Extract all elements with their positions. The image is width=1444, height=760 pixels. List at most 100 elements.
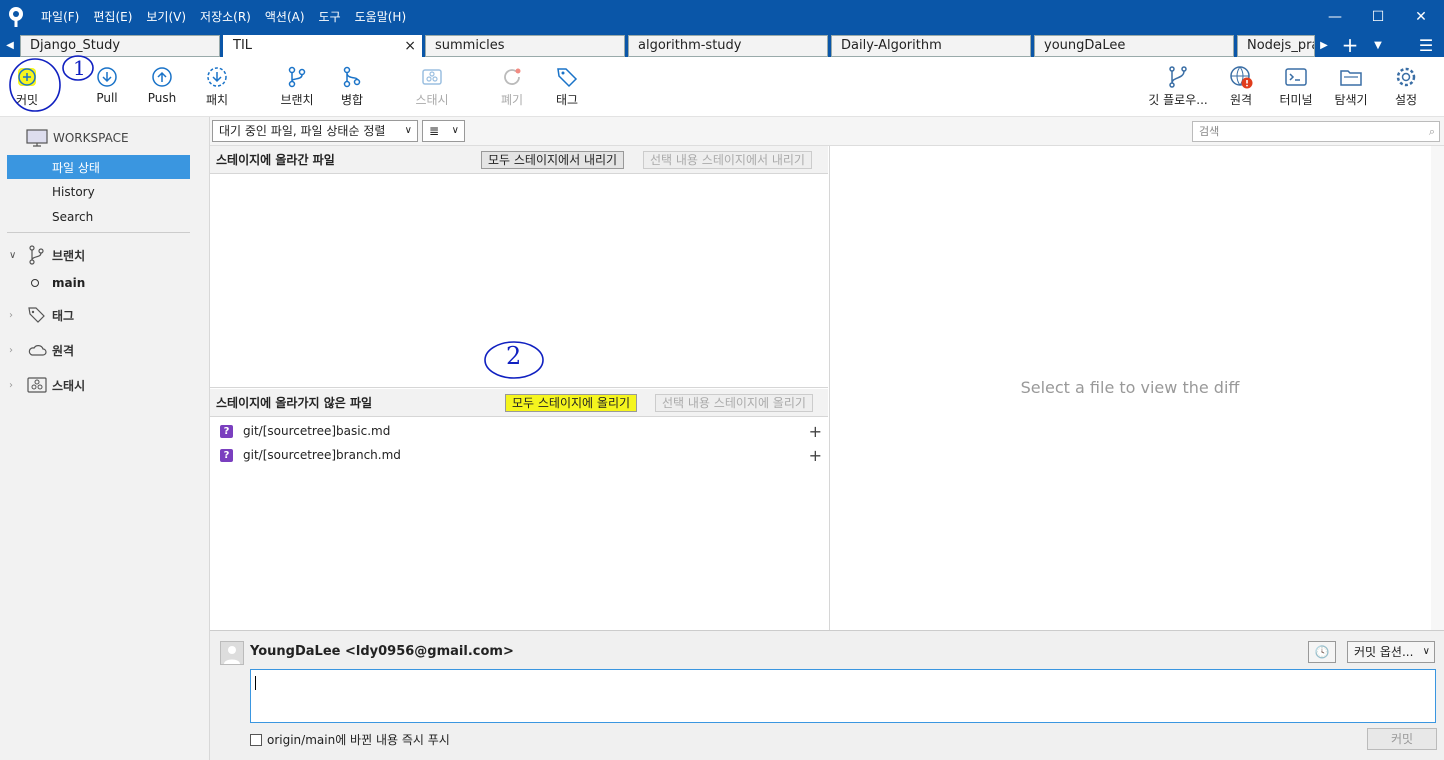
- sidebar-item-main-branch[interactable]: main: [0, 271, 210, 295]
- stage-file-plus-icon[interactable]: +: [809, 422, 822, 441]
- fetch-button[interactable]: 패치: [187, 65, 247, 108]
- settings-label: 설정: [1394, 93, 1418, 107]
- chevron-down-icon: ∨: [451, 125, 459, 136]
- tab-youngdalee[interactable]: youngDaLee: [1034, 35, 1234, 57]
- discard-button[interactable]: 폐기: [482, 65, 542, 108]
- branches-label: 브랜치: [52, 248, 86, 263]
- staged-title: 스테이지에 올라간 파일: [216, 153, 335, 167]
- file-status-label: 파일 상태: [52, 160, 100, 175]
- sidebar-divider: [7, 232, 190, 233]
- gear-icon: [1396, 67, 1416, 87]
- close-tab-icon[interactable]: ×: [404, 36, 416, 56]
- terminal-button[interactable]: 터미널: [1266, 65, 1326, 108]
- sidebar-item-history[interactable]: History: [0, 180, 210, 204]
- folder-icon: [1340, 70, 1362, 86]
- avatar: [220, 641, 244, 665]
- stage-selected-button[interactable]: 선택 내용 스테이지에 올리기: [655, 394, 813, 412]
- tab-label: youngDaLee: [1044, 38, 1126, 53]
- chevron-right-icon[interactable]: ›: [9, 345, 23, 356]
- sidebar-group-tags[interactable]: › 태그: [0, 303, 210, 327]
- unstage-selected-button[interactable]: 선택 내용 스테이지에서 내리기: [643, 151, 812, 169]
- merge-label: 병합: [340, 93, 364, 107]
- tab-list-chevron-icon[interactable]: ▼: [1370, 33, 1386, 57]
- tag-button[interactable]: 태그: [537, 65, 597, 108]
- chevron-down-icon[interactable]: ∨: [9, 250, 23, 261]
- commit-area: YoungDaLee <ldy0956@gmail.com> 🕓 커밋 옵션..…: [210, 630, 1444, 760]
- search-input[interactable]: 검색 ⌕: [1192, 121, 1440, 142]
- chevron-right-icon[interactable]: ›: [9, 380, 23, 391]
- menu-edit[interactable]: 편집(E): [93, 8, 132, 25]
- sort-dropdown[interactable]: 대기 중인 파일, 파일 상태순 정렬 ∨: [212, 120, 418, 142]
- menu-actions[interactable]: 액션(A): [265, 8, 305, 25]
- sort-dropdown-value: 대기 중인 파일, 파일 상태순 정렬: [219, 124, 386, 138]
- stash-icon: [422, 69, 442, 85]
- merge-button[interactable]: 병합: [322, 65, 382, 108]
- maximize-icon[interactable]: ☐: [1355, 0, 1401, 33]
- explorer-label: 탐색기: [1334, 93, 1368, 107]
- menu-help[interactable]: 도움말(H): [355, 8, 407, 25]
- sidebar-item-search[interactable]: Search: [0, 205, 210, 229]
- sidebar-item-file-status[interactable]: 파일 상태: [7, 155, 190, 179]
- unstage-all-button[interactable]: 모두 스테이지에서 내리기: [481, 151, 625, 169]
- commit-submit-button[interactable]: 커밋: [1367, 728, 1437, 750]
- merge-icon: [343, 66, 361, 88]
- view-mode-dropdown[interactable]: ≣ ∨: [422, 120, 465, 142]
- push-checkbox[interactable]: [250, 733, 262, 746]
- tab-algorithm-study[interactable]: algorithm-study: [628, 35, 828, 57]
- annotation-number-1: 1: [73, 56, 86, 80]
- globe-icon: [1230, 66, 1253, 89]
- stash-label: 스태시: [52, 378, 86, 393]
- commit-options-dropdown[interactable]: 커밋 옵션... ∨: [1347, 641, 1435, 663]
- fetch-label: 패치: [205, 93, 229, 107]
- tag-icon: [557, 68, 578, 88]
- list-item[interactable]: ? git/[sourcetree]branch.md +: [210, 443, 828, 467]
- tab-til[interactable]: TIL ×: [223, 35, 422, 57]
- new-tab-icon[interactable]: +: [1338, 33, 1362, 57]
- menu-view[interactable]: 보기(V): [146, 8, 186, 25]
- tab-summicles[interactable]: summicles: [425, 35, 625, 57]
- menu-bar: 파일(F) 편집(E) 보기(V) 저장소(R) 액션(A) 도구 도움말(H): [41, 0, 420, 33]
- monitor-icon: [26, 129, 48, 147]
- commit-author[interactable]: YoungDaLee <ldy0956@gmail.com>: [250, 644, 514, 659]
- sidebar-group-branches[interactable]: ∨ 브랜치: [0, 243, 210, 267]
- commit-message-input[interactable]: [250, 669, 1436, 723]
- push-button[interactable]: Push: [132, 65, 192, 105]
- list-item[interactable]: ? git/[sourcetree]basic.md +: [210, 419, 828, 443]
- tab-nodejs[interactable]: Nodejs_pra: [1237, 35, 1315, 57]
- stage-all-button[interactable]: 모두 스테이지에 올리기: [505, 394, 638, 412]
- git-flow-label: 깃 플로우...: [1148, 93, 1208, 107]
- tab-label: algorithm-study: [638, 38, 742, 53]
- clock-icon[interactable]: 🕓: [1308, 641, 1336, 663]
- explorer-button[interactable]: 탐색기: [1321, 65, 1381, 108]
- tab-daily-algorithm[interactable]: Daily-Algorithm: [831, 35, 1031, 57]
- tab-label: TIL: [233, 38, 253, 53]
- git-flow-button[interactable]: 깃 플로우...: [1148, 65, 1208, 108]
- sidebar-group-stash[interactable]: › 스태시: [0, 373, 210, 397]
- branch-button[interactable]: 브랜치: [267, 65, 327, 108]
- close-window-icon[interactable]: ✕: [1398, 0, 1444, 33]
- list-view-icon: ≣: [429, 124, 440, 138]
- unstaged-title: 스테이지에 올라가지 않은 파일: [216, 396, 373, 410]
- user-silhouette-icon: [224, 646, 240, 664]
- tab-label: Nodejs_pra: [1247, 38, 1315, 53]
- workspace-header: WORKSPACE: [0, 126, 210, 150]
- remote-label: 원격: [1229, 93, 1253, 107]
- hamburger-menu-icon[interactable]: ☰: [1414, 33, 1438, 57]
- search-icon: ⌕: [1428, 125, 1435, 138]
- menu-file[interactable]: 파일(F): [41, 8, 79, 25]
- remote-button[interactable]: 원격: [1211, 65, 1271, 108]
- diff-scrollbar[interactable]: [1431, 146, 1444, 630]
- minimize-icon[interactable]: —: [1312, 0, 1358, 33]
- branch-label: 브랜치: [280, 93, 314, 107]
- stash-button[interactable]: 스태시: [402, 65, 462, 108]
- stage-file-plus-icon[interactable]: +: [809, 446, 822, 465]
- chevron-right-icon[interactable]: ›: [9, 310, 23, 321]
- tab-scroll-right-icon[interactable]: ▶: [1316, 33, 1332, 57]
- menu-repository[interactable]: 저장소(R): [200, 8, 251, 25]
- stash-icon: [27, 377, 47, 393]
- settings-button[interactable]: 설정: [1376, 65, 1436, 108]
- push-immediately-option[interactable]: origin/main에 바뀐 내용 즉시 푸시: [250, 731, 450, 748]
- sidebar-group-remotes[interactable]: › 원격: [0, 338, 210, 362]
- menu-tools[interactable]: 도구: [319, 8, 341, 25]
- tab-label: Django_Study: [30, 38, 121, 53]
